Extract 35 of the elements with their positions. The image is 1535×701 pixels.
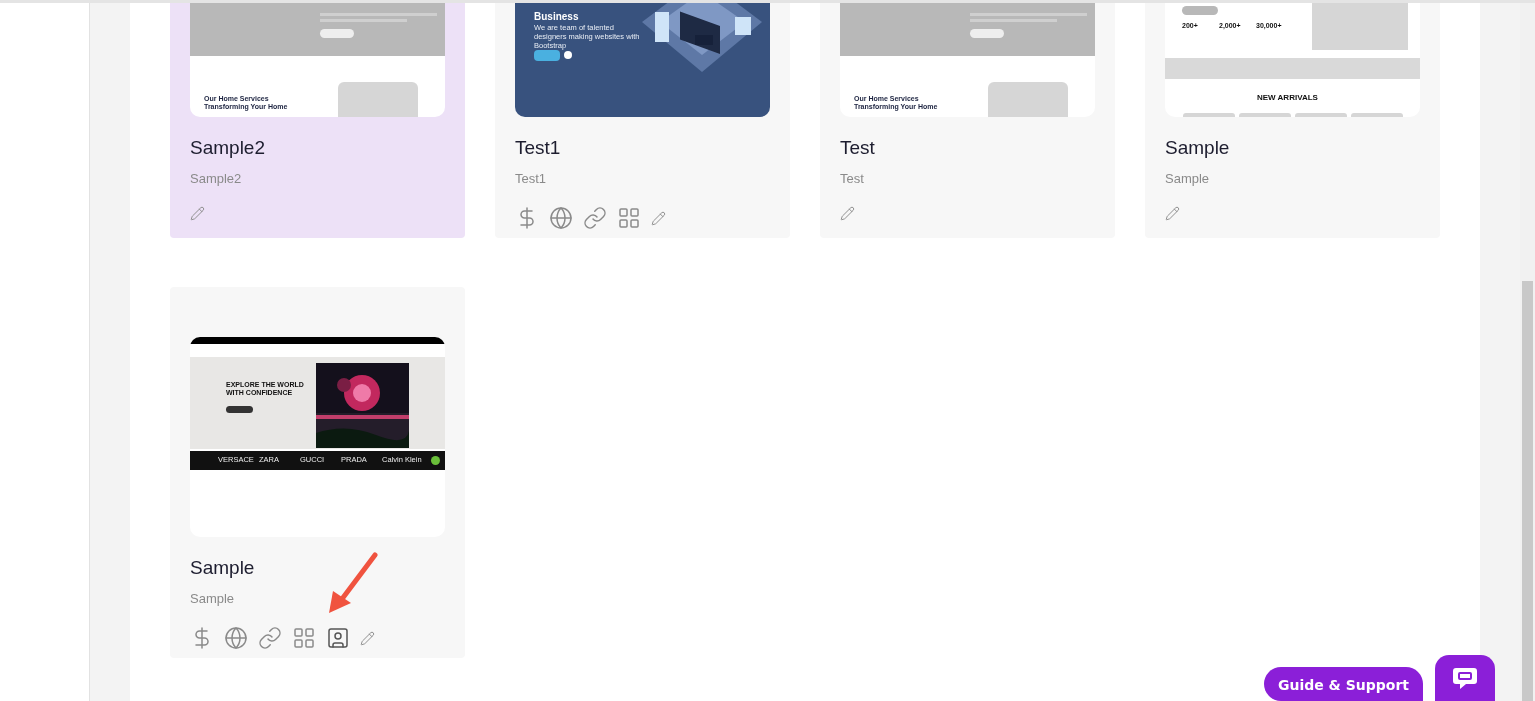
thumbnail-heading: NEW ARRIVALS <box>1257 93 1318 103</box>
edit-icon[interactable] <box>840 206 855 221</box>
thumbnail-heading: Business <box>534 11 579 23</box>
link-icon[interactable] <box>258 626 282 650</box>
guide-support-button[interactable]: Guide & Support <box>1263 667 1423 701</box>
thumbnail-button <box>320 29 354 38</box>
chat-badge-icon <box>431 456 440 465</box>
chat-button[interactable] <box>1435 655 1495 701</box>
thumbnail-button <box>226 406 253 413</box>
card-title: Sample2 <box>190 137 266 159</box>
edit-icon[interactable] <box>1165 206 1180 221</box>
card-subtitle: Test1 <box>515 171 548 186</box>
edit-icon[interactable] <box>360 630 375 646</box>
grid-icon[interactable] <box>292 626 316 650</box>
card-title: Sample <box>190 557 256 579</box>
card-subtitle: Sample <box>1165 171 1211 186</box>
contact-card-icon[interactable] <box>326 626 350 650</box>
edit-icon[interactable] <box>190 206 205 221</box>
globe-icon[interactable] <box>224 626 248 650</box>
play-icon <box>564 51 572 59</box>
link-icon[interactable] <box>583 206 607 230</box>
card-subtitle: Test <box>840 171 865 186</box>
thumbnail-button <box>1182 6 1218 15</box>
card-title: Test1 <box>515 137 562 159</box>
globe-icon[interactable] <box>549 206 573 230</box>
chat-icon <box>1452 666 1478 690</box>
grid-icon[interactable] <box>617 206 641 230</box>
thumbnail-button <box>970 29 1004 38</box>
scrollbar-thumb[interactable] <box>1522 281 1533 701</box>
edit-icon[interactable] <box>651 210 666 226</box>
thumbnail-button <box>534 50 560 61</box>
card-title: Sample <box>1165 137 1231 159</box>
card-subtitle: Sample <box>190 591 236 606</box>
card-title: Test <box>840 137 876 159</box>
card-subtitle: Sample2 <box>190 171 243 186</box>
